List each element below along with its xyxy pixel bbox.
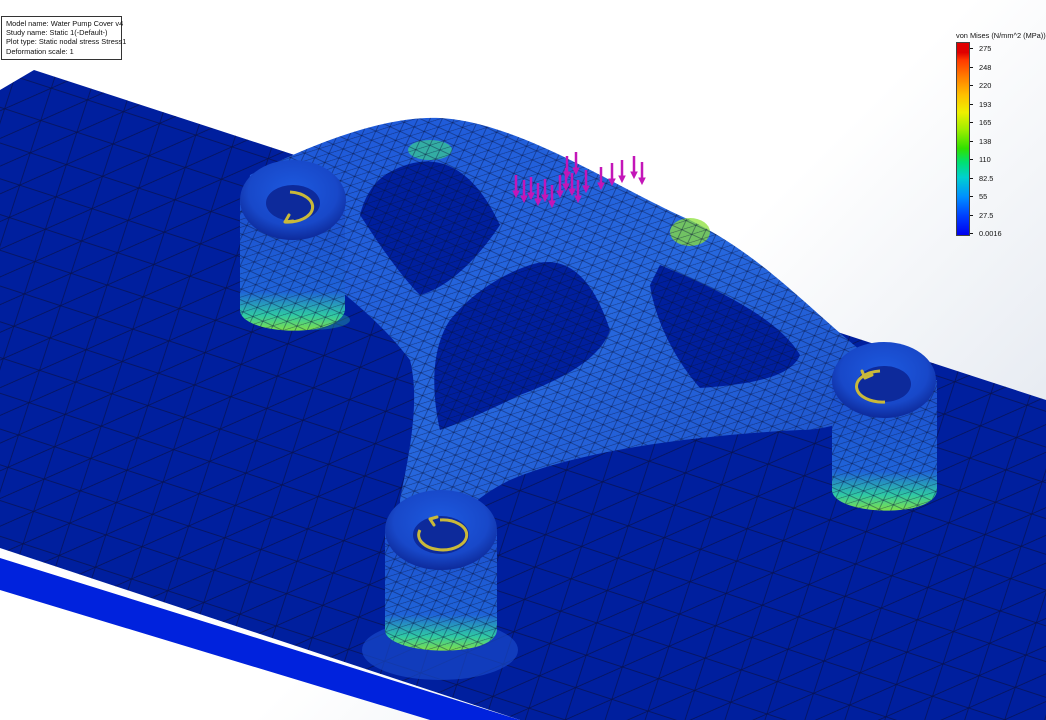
legend-tick-mark bbox=[970, 66, 973, 68]
legend-tick-label: 27.5 bbox=[979, 210, 994, 220]
boss-right[interactable] bbox=[832, 342, 937, 511]
legend-tick-mark bbox=[970, 233, 973, 234]
stress-legend: von Mises (N/mm^2 (MPa)) 275 248 220 193 165… bbox=[940, 28, 1046, 243]
legend-tick-label: 0.0016 bbox=[979, 229, 1002, 238]
force-arrow-head bbox=[630, 171, 638, 180]
legend-tick-mark bbox=[970, 159, 973, 160]
legend-tick-label: 138 bbox=[979, 136, 992, 146]
deformation-scale-text: Deformation scale: 1 bbox=[6, 46, 74, 56]
legend-tick-mark bbox=[970, 140, 973, 142]
study-name-text: Study name: Static 1(-Default-) bbox=[6, 28, 108, 38]
legend-tick-label: 193 bbox=[979, 99, 992, 109]
study-info-box: Model name: Water Pump Cover v4 Study na… bbox=[1, 16, 127, 60]
legend-title: von Mises (N/mm^2 (MPa)) bbox=[956, 31, 1046, 40]
model-name-text: Model name: Water Pump Cover v4 bbox=[6, 19, 124, 28]
legend-tick-label: 275 bbox=[979, 44, 992, 53]
model-viewport[interactable] bbox=[0, 0, 1046, 720]
legend-tick-label: 165 bbox=[979, 118, 992, 127]
boss-left[interactable] bbox=[240, 160, 346, 331]
legend-tick-mark bbox=[970, 122, 973, 123]
legend-tick-mark bbox=[970, 177, 973, 179]
force-arrow-head bbox=[618, 175, 626, 184]
legend-tick-mark bbox=[970, 196, 973, 197]
legend-tick-label: 82.5 bbox=[979, 173, 994, 183]
legend-tick-label: 248 bbox=[979, 62, 992, 72]
legend-tick-label: 220 bbox=[979, 81, 992, 90]
legend-tick-label: 55 bbox=[979, 192, 988, 201]
legend-tick-mark bbox=[970, 103, 973, 105]
force-arrow-head bbox=[638, 177, 646, 186]
legend-tick-mark bbox=[970, 85, 973, 86]
legend-color-bar bbox=[956, 42, 970, 236]
legend-tick-mark bbox=[970, 48, 973, 49]
plot-type-text: Plot type: Static nodal stress Stress1 bbox=[6, 37, 127, 47]
legend-tick-label: 110 bbox=[979, 155, 991, 164]
legend-tick-mark bbox=[970, 214, 973, 216]
